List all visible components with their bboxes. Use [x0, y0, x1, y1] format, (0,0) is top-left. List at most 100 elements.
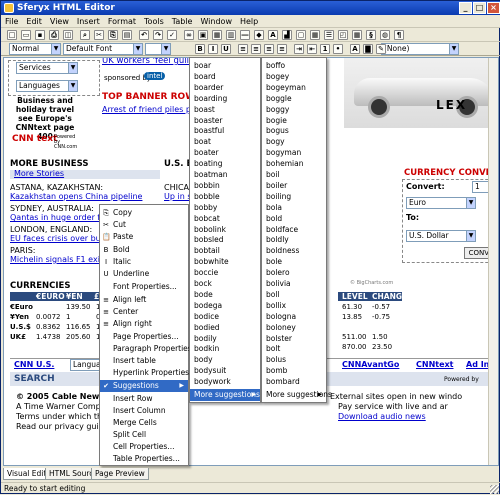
spellcheck-icon[interactable]: ✓	[167, 30, 177, 40]
suggestion-item[interactable]: bobby	[190, 202, 260, 213]
suggestion-item[interactable]: bobtail	[190, 245, 260, 256]
align-left-icon[interactable]: ≡	[238, 44, 248, 54]
context-menu-item[interactable]: Insert Row	[100, 393, 188, 405]
tab-page-preview[interactable]: Page Preview	[91, 468, 149, 480]
print-icon[interactable]: ⎙	[49, 30, 59, 40]
context-menu-item[interactable]: ≡ Center	[100, 306, 188, 318]
frame-icon[interactable]: ▢	[296, 30, 306, 40]
suggestion-item[interactable]: boastful	[190, 125, 260, 136]
layer-icon[interactable]: ◰	[338, 30, 348, 40]
suggestion-item[interactable]: bodied	[190, 322, 260, 333]
suggestion-item[interactable]: bologna	[262, 311, 326, 322]
suggestion-item[interactable]: boiling	[262, 191, 326, 202]
grid-small-icon[interactable]: ▦	[352, 30, 362, 40]
suggestion-item[interactable]: boast	[190, 104, 260, 115]
suggestion-item[interactable]: bode	[190, 289, 260, 300]
close-button[interactable]: ×	[487, 2, 500, 14]
context-menu-item[interactable]: Merge Cells	[100, 417, 188, 429]
suggestion-item[interactable]: bogey	[262, 71, 326, 82]
paste-icon[interactable]: ▤	[122, 30, 132, 40]
suggestion-item[interactable]: bobcat	[190, 213, 260, 224]
outdent-icon[interactable]: ⇤	[307, 44, 317, 54]
context-menu-item[interactable]: Cell Properties...	[100, 441, 188, 453]
preview-icon[interactable]: ◫	[63, 30, 73, 40]
suggestion-item[interactable]: bogeyman	[262, 82, 326, 93]
suggestion-item[interactable]: bobolink	[190, 224, 260, 235]
suggestion-item[interactable]: bogy	[262, 136, 326, 147]
font-size-select[interactable]: ▼	[145, 43, 171, 55]
suggestion-item[interactable]: body	[190, 354, 260, 365]
suggestion-item[interactable]: boar	[190, 60, 260, 71]
context-menu-item[interactable]: ⎘ Copy	[100, 207, 188, 219]
script-icon[interactable]: §	[366, 30, 376, 40]
suggestion-item[interactable]: bodily	[190, 333, 260, 344]
suggestion-item[interactable]: bohemian	[262, 158, 326, 169]
suggestion-item[interactable]: bobbin	[190, 180, 260, 191]
suggestion-item[interactable]: boating	[190, 158, 260, 169]
suggestion-item[interactable]: bollix	[262, 300, 326, 311]
background-color-icon[interactable]: ▇	[363, 44, 373, 54]
context-menu-item[interactable]: Hyperlink Properties...	[100, 367, 196, 379]
suggestion-item[interactable]: bogus	[262, 125, 326, 136]
suggestion-item[interactable]: bodice	[190, 311, 260, 322]
chart-icon[interactable]: ▟	[282, 30, 292, 40]
numbered-list-icon[interactable]: 1	[320, 44, 330, 54]
bold-icon[interactable]: B	[195, 44, 205, 54]
suggestion-item[interactable]: boffo	[262, 60, 326, 71]
save-icon[interactable]: ▪	[35, 30, 45, 40]
copy-icon[interactable]: ⎘	[108, 30, 118, 40]
cnn-us-link[interactable]: CNN U.S.	[14, 360, 54, 369]
suggestion-item[interactable]: board	[190, 71, 260, 82]
suggestion-item[interactable]: bombard	[262, 376, 326, 387]
context-menu-item[interactable]: Page Properties...	[100, 331, 188, 343]
context-menu-item[interactable]: ≡ Align left	[100, 294, 188, 306]
story-link-paris[interactable]: Michelin signals F1 exit	[10, 255, 103, 264]
suggestion-item[interactable]: boldface	[262, 224, 326, 235]
context-menu-item[interactable]: U Underline	[100, 268, 188, 280]
suggestion-item[interactable]: bolivia	[262, 278, 326, 289]
suggestion-item[interactable]: boll	[262, 289, 326, 300]
context-menu-item[interactable]: Split Cell	[100, 429, 188, 441]
object-icon[interactable]: ◍	[380, 30, 390, 40]
more-stories-link[interactable]: More Stories	[14, 169, 64, 178]
list-icon[interactable]: ☰	[324, 30, 334, 40]
suggestion-item[interactable]: bodysuit	[190, 365, 260, 376]
suggestion-item[interactable]: boater	[190, 147, 260, 158]
suggestion-item[interactable]: boldly	[262, 234, 326, 245]
story-link-astana[interactable]: Kazakhstan opens China pipeline	[10, 192, 142, 201]
indent-icon[interactable]: ⇥	[294, 44, 304, 54]
suggestion-item[interactable]: boil	[262, 169, 326, 180]
menu-edit[interactable]: Edit	[22, 15, 46, 28]
context-menu-item[interactable]: ≡ Align right	[100, 318, 188, 330]
suggestion-item[interactable]: boarding	[190, 93, 260, 104]
font-family-select[interactable]: Default Font ▼	[63, 43, 143, 55]
from-currency-select[interactable]: Euro ▼	[406, 197, 476, 209]
suggestion-item[interactable]: bobwhite	[190, 256, 260, 267]
highlight-icon[interactable]: ✎	[376, 44, 386, 54]
suggestion-item[interactable]: bogyman	[262, 147, 326, 158]
suggestion-item[interactable]: bolt	[262, 343, 326, 354]
suggestion-item[interactable]: boarder	[190, 82, 260, 93]
suggestion-item[interactable]: boggy	[262, 104, 326, 115]
suggestion-item[interactable]: bodywork	[190, 376, 260, 387]
menu-window[interactable]: Window	[196, 15, 236, 28]
context-menu-item[interactable]: Font Properties...	[100, 281, 188, 293]
menu-format[interactable]: Format	[104, 15, 140, 28]
suggestion-item[interactable]: bodkin	[190, 343, 260, 354]
suggestion-item[interactable]: boldness	[262, 245, 326, 256]
more-suggestions-item[interactable]: More suggestions ▶	[190, 389, 260, 401]
context-menu-item[interactable]: Insert Column	[100, 405, 188, 417]
highlight-color-select[interactable]: (None) ▼	[381, 43, 459, 55]
suggestion-item[interactable]: bolus	[262, 354, 326, 365]
italic-icon[interactable]: I	[208, 44, 218, 54]
minimize-button[interactable]: _	[459, 2, 472, 14]
suggestion-item[interactable]: bola	[262, 202, 326, 213]
context-menu-item[interactable]: Table Properties...	[100, 453, 188, 465]
redo-icon[interactable]: ↷	[153, 30, 163, 40]
image-icon[interactable]: ▣	[198, 30, 208, 40]
cnnavantgo-link[interactable]: CNNAvantGo	[342, 360, 399, 369]
document-scrollbar[interactable]	[488, 58, 498, 465]
context-menu-item[interactable]: Insert table	[100, 355, 188, 367]
suggestion-item[interactable]: bobsled	[190, 234, 260, 245]
paragraph-style-select[interactable]: Normal ▼	[9, 43, 61, 55]
